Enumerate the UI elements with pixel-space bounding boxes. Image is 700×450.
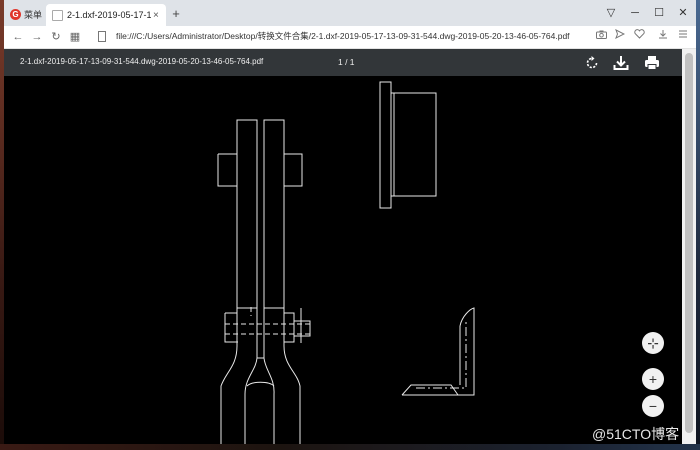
tab-menu-icon[interactable]: ▽: [600, 3, 622, 23]
forward-button[interactable]: →: [29, 29, 45, 45]
pdf-toolbar: 2-1.dxf-2019-05-17-13-09-31-544.dwg-2019…: [4, 49, 682, 76]
reload-button[interactable]: ↻: [48, 29, 64, 45]
tab-title: 2-1.dxf-2019-05-17-13-0: [67, 10, 151, 20]
navigation-bar: ← → ↻ ▦ file:///C:/Users/Administrator/D…: [4, 26, 696, 49]
zoom-out-button[interactable]: −: [642, 395, 664, 417]
watermark-text: @51CTO博客: [592, 426, 680, 442]
heart-icon[interactable]: [632, 29, 646, 45]
close-window-button[interactable]: ✕: [672, 3, 694, 23]
send-icon[interactable]: [613, 28, 627, 45]
address-input[interactable]: file:///C:/Users/Administrator/Desktop/转…: [116, 30, 586, 42]
back-button[interactable]: ←: [10, 29, 26, 45]
minimize-button[interactable]: ─: [624, 3, 646, 23]
scrollbar-thumb[interactable]: [685, 53, 693, 433]
desktop-background-right: [696, 0, 700, 450]
maximize-button[interactable]: ☐: [648, 3, 670, 23]
more-icon[interactable]: [676, 29, 690, 45]
tab-bar: G 菜单 2-1.dxf-2019-05-17-13-0 × + ▽ ─ ☐ ✕: [4, 0, 696, 26]
desktop-background-bottom: [0, 444, 700, 450]
fit-page-button[interactable]: ⊹: [642, 332, 664, 354]
camera-icon[interactable]: [594, 29, 608, 45]
new-tab-button[interactable]: +: [168, 6, 184, 21]
zoom-in-button[interactable]: +: [642, 368, 664, 390]
browser-logo-icon: G: [10, 8, 21, 20]
tab-pdf[interactable]: 2-1.dxf-2019-05-17-13-0 ×: [46, 4, 166, 26]
vertical-scrollbar[interactable]: [682, 49, 696, 444]
print-icon[interactable]: [643, 54, 661, 72]
close-tab-icon[interactable]: ×: [153, 10, 159, 21]
page-icon: [52, 9, 63, 21]
browser-menu-button[interactable]: G 菜单: [6, 4, 46, 24]
browser-window: G 菜单 2-1.dxf-2019-05-17-13-0 × + ▽ ─ ☐ ✕…: [4, 0, 696, 444]
pdf-file-name: 2-1.dxf-2019-05-17-13-09-31-544.dwg-2019…: [20, 57, 264, 66]
page-indicator: 1 / 1: [338, 57, 355, 67]
download-icon[interactable]: [612, 54, 630, 72]
rotate-icon[interactable]: [583, 54, 601, 72]
page-icon: [98, 31, 106, 42]
cad-drawing: [217, 81, 475, 444]
menu-label: 菜单: [24, 9, 43, 20]
apps-button[interactable]: ▦: [67, 29, 83, 45]
pdf-viewer: 2-1.dxf-2019-05-17-13-09-31-544.dwg-2019…: [4, 49, 682, 444]
download-icon[interactable]: [656, 29, 670, 45]
